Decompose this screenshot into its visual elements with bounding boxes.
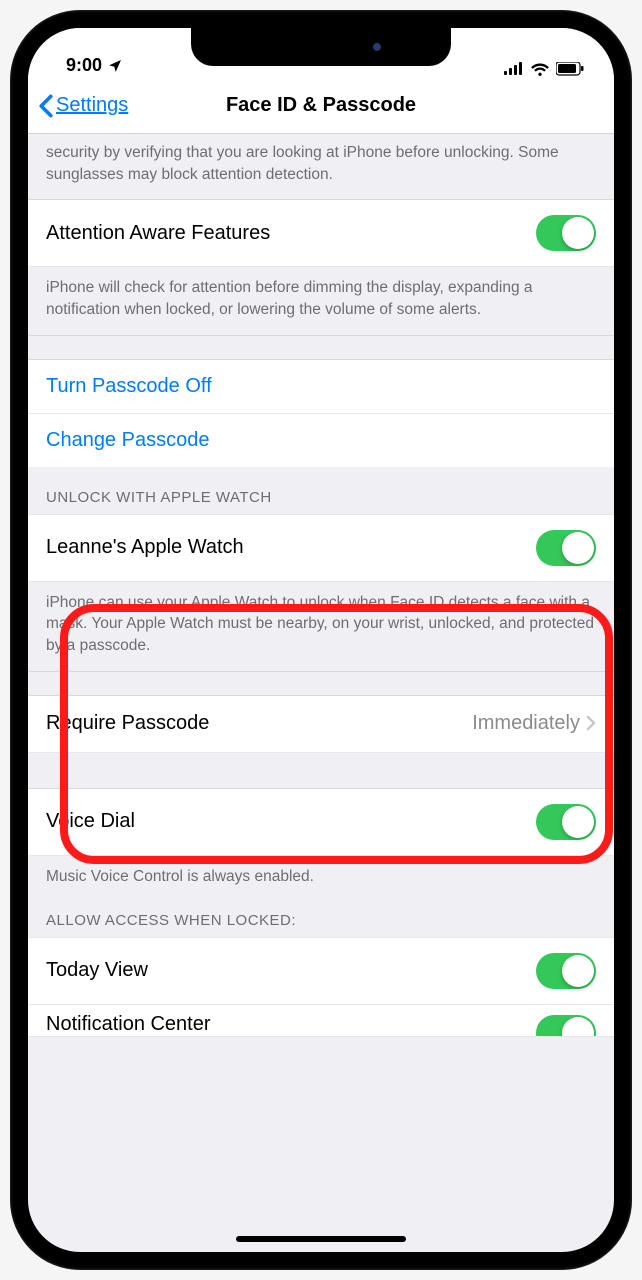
camera-dot (373, 43, 381, 51)
turn-passcode-off-cell[interactable]: Turn Passcode Off (28, 360, 614, 414)
spacer (28, 753, 614, 789)
status-time-area: 9:00 (66, 55, 123, 76)
change-passcode-label: Change Passcode (46, 429, 209, 452)
back-label: Settings (56, 94, 128, 117)
power-button (623, 280, 629, 390)
chevron-left-icon (38, 94, 54, 118)
attention-aware-cell[interactable]: Attention Aware Features (28, 200, 614, 267)
require-passcode-label: Require Passcode (46, 712, 209, 735)
notification-center-cell[interactable]: Notification Center (28, 1005, 614, 1037)
settings-list[interactable]: security by verifying that you are looki… (28, 134, 614, 1037)
today-view-cell[interactable]: Today View (28, 937, 614, 1005)
today-view-toggle[interactable] (536, 953, 596, 989)
volume-down-button (13, 355, 19, 433)
attention-aware-toggle[interactable] (536, 215, 596, 251)
notification-center-label: Notification Center (46, 1013, 211, 1036)
turn-passcode-off-label: Turn Passcode Off (46, 375, 212, 398)
voice-dial-toggle[interactable] (536, 804, 596, 840)
require-passcode-cell[interactable]: Require Passcode Immediately (28, 696, 614, 753)
require-attention-footer: security by verifying that you are looki… (28, 134, 614, 200)
unlock-watch-header: Unlock with Apple Watch (28, 467, 614, 514)
chevron-right-icon (586, 711, 596, 737)
status-icons (504, 62, 584, 76)
back-button[interactable]: Settings (28, 94, 128, 118)
attention-aware-label: Attention Aware Features (46, 222, 270, 245)
phone-frame: 9:00 Settings (10, 10, 632, 1270)
unlock-watch-footer: iPhone can use your Apple Watch to unloc… (28, 582, 614, 672)
allow-access-header: Allow Access When Locked: (28, 902, 614, 937)
spacer (28, 672, 614, 696)
require-passcode-value: Immediately (472, 712, 580, 735)
voice-dial-footer: Music Voice Control is always enabled. (28, 856, 614, 902)
notch (191, 28, 451, 66)
cellular-icon (504, 62, 524, 76)
location-icon (107, 58, 123, 74)
voice-dial-cell[interactable]: Voice Dial (28, 789, 614, 856)
attention-aware-footer: iPhone will check for attention before d… (28, 267, 614, 335)
unlock-watch-device-label: Leanne's Apple Watch (46, 536, 244, 559)
volume-mute-button (13, 190, 19, 230)
nav-bar: Settings Face ID & Passcode (28, 78, 614, 134)
battery-icon (556, 62, 584, 76)
home-indicator[interactable] (236, 1236, 406, 1242)
spacer (28, 336, 614, 360)
status-time: 9:00 (66, 55, 102, 76)
today-view-label: Today View (46, 959, 148, 982)
notification-center-toggle[interactable] (536, 1015, 596, 1037)
wifi-icon (530, 62, 550, 76)
change-passcode-cell[interactable]: Change Passcode (28, 414, 614, 467)
voice-dial-label: Voice Dial (46, 810, 135, 833)
screen: 9:00 Settings (28, 28, 614, 1252)
unlock-watch-cell[interactable]: Leanne's Apple Watch (28, 514, 614, 582)
volume-up-button (13, 260, 19, 338)
unlock-watch-toggle[interactable] (536, 530, 596, 566)
